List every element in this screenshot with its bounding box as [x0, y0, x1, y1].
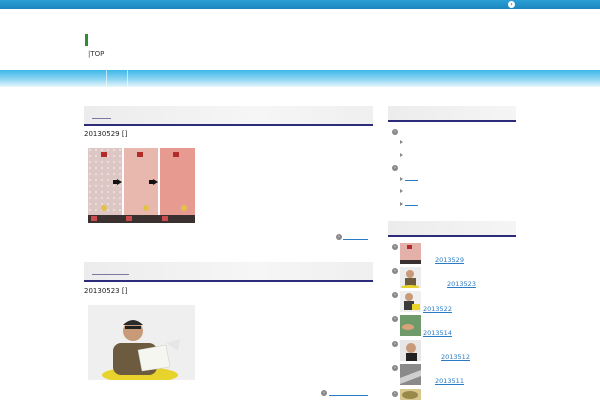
post-title-bar: [84, 262, 373, 282]
recent-post-link[interactable]: 2013514: [423, 329, 452, 337]
post-date: 20130529 []: [84, 130, 128, 138]
recent-post-link[interactable]: 2013512: [441, 353, 470, 361]
recent-thumbnail[interactable]: [400, 243, 421, 264]
bullet-icon: [400, 153, 403, 157]
nav-separator: [106, 70, 107, 87]
post-image[interactable]: [88, 305, 195, 380]
arrow-circle-icon: ›: [392, 391, 398, 397]
arrow-circle-icon: ›: [392, 268, 398, 274]
breadcrumb[interactable]: |TOP: [88, 50, 104, 58]
arrow-circle-icon: ›: [392, 292, 398, 298]
recent-post-link[interactable]: 2013523: [447, 280, 476, 288]
recent-thumbnail[interactable]: [400, 340, 421, 361]
recent-thumbnail[interactable]: [400, 291, 421, 312]
read-more-link[interactable]: [343, 239, 368, 240]
sidebar-heading: [388, 221, 516, 237]
post-image[interactable]: [88, 148, 195, 223]
recent-thumbnail[interactable]: [400, 315, 421, 336]
post-date: 20130523 []: [84, 287, 128, 295]
post-title-link[interactable]: [92, 118, 111, 119]
recent-post-link[interactable]: 2013522: [423, 305, 452, 313]
nav-separator: [127, 70, 128, 87]
post-title-link[interactable]: [92, 274, 129, 275]
site-logo[interactable]: [85, 34, 88, 46]
bullet-icon: [400, 177, 403, 181]
arrow-circle-icon: ›: [392, 316, 398, 322]
recent-thumbnail[interactable]: [400, 389, 421, 400]
arrow-circle-icon: ›: [392, 165, 398, 171]
bullet-icon: [400, 189, 403, 193]
arrow-circle-icon: ›: [392, 129, 398, 135]
recent-thumbnail[interactable]: [400, 267, 421, 288]
global-nav: [0, 70, 600, 87]
sidebar-heading: [388, 106, 516, 122]
category-link[interactable]: [405, 205, 418, 206]
arrow-circle-icon: ›: [321, 390, 327, 396]
arrow-circle-icon: ›: [336, 234, 342, 240]
arrow-circle-icon[interactable]: ›: [508, 1, 515, 8]
arrow-circle-icon: ›: [392, 341, 398, 347]
bullet-icon: [400, 140, 403, 144]
read-more-link[interactable]: [329, 395, 368, 396]
arrow-circle-icon: ›: [392, 365, 398, 371]
recent-post-link[interactable]: 2013511: [435, 377, 464, 385]
recent-post-link[interactable]: 2013529: [435, 256, 464, 264]
post-title-bar: [84, 106, 373, 126]
arrow-circle-icon: ›: [392, 244, 398, 250]
category-link[interactable]: [405, 180, 418, 181]
recent-thumbnail[interactable]: [400, 364, 421, 385]
bullet-icon: [400, 202, 403, 206]
